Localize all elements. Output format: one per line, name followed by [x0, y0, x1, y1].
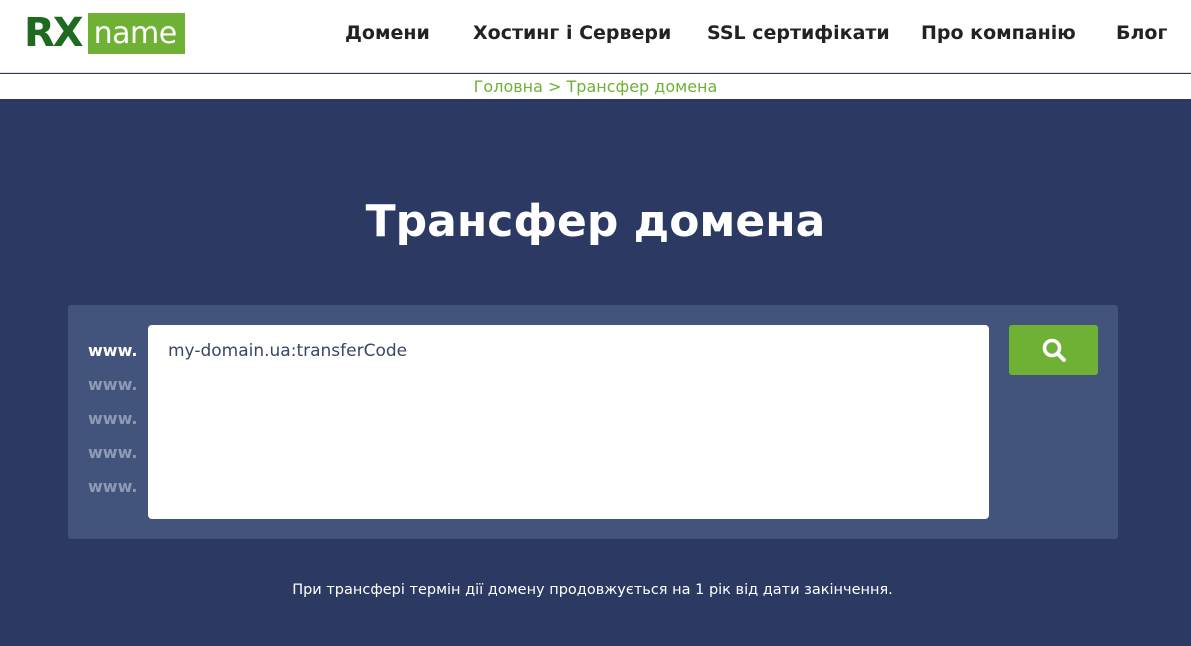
site-header: RX name Домени Хостинг і Сервери SSL сер… — [0, 0, 1191, 73]
www-prefix-column: www. www. www. www. www. — [88, 341, 138, 511]
logo-name-text: name — [87, 13, 185, 54]
breadcrumb-home-link[interactable]: Головна — [474, 77, 543, 96]
transfer-note: При трансфері термін дії домену продовжу… — [292, 582, 893, 598]
www-prefix: www. — [88, 375, 138, 394]
nav-item-domains[interactable]: Домени — [345, 22, 430, 44]
www-prefix: www. — [88, 341, 138, 360]
search-icon — [1042, 338, 1066, 362]
nav-item-blog[interactable]: Блог — [1116, 22, 1167, 44]
domain-transfer-input[interactable] — [148, 325, 989, 519]
nav-item-about[interactable]: Про компанію — [921, 22, 1076, 44]
page-title: Трансфер домена — [365, 196, 826, 247]
breadcrumb-current: Трансфер домена — [566, 77, 718, 96]
www-prefix: www. — [88, 409, 138, 428]
breadcrumb-separator: > — [542, 77, 567, 96]
logo-rx-text: RX — [24, 10, 84, 56]
www-prefix: www. — [88, 443, 138, 462]
domain-search-panel: www. www. www. www. www. — [68, 305, 1118, 539]
www-prefix: www. — [88, 477, 138, 496]
site-logo[interactable]: RX name — [24, 13, 185, 54]
nav-item-hosting[interactable]: Хостинг і Сервери — [473, 22, 671, 44]
search-button[interactable] — [1009, 325, 1098, 375]
breadcrumb: Головна > Трансфер домена — [0, 74, 1191, 99]
nav-item-ssl[interactable]: SSL сертифікати — [707, 22, 890, 44]
